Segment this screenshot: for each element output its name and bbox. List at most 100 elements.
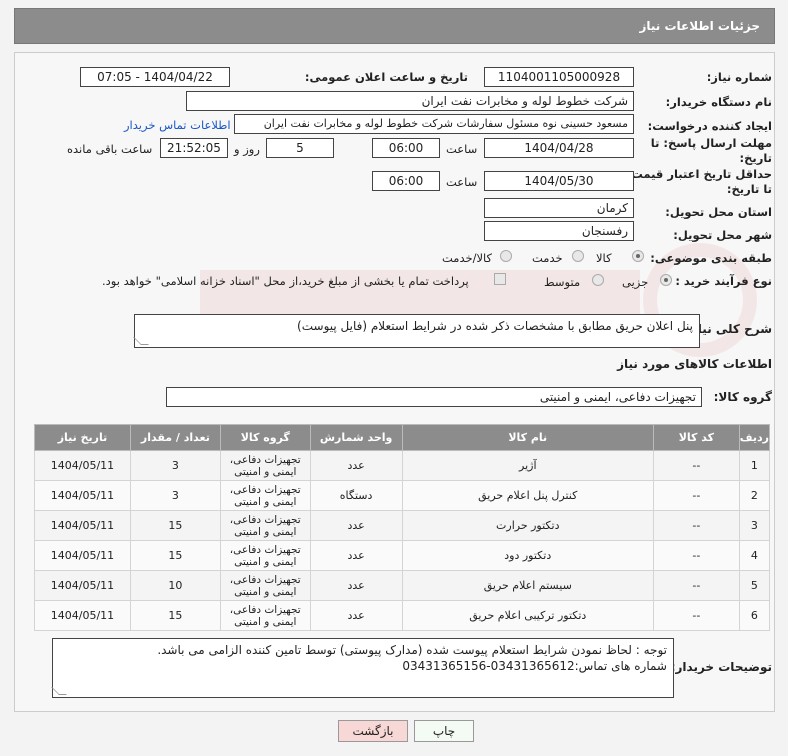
category-label: طبقه بندی موضوعی:	[650, 251, 772, 265]
goods-info-title: اطلاعات کالاهای مورد نیاز	[617, 357, 772, 371]
cell-need-date: 1404/05/11	[34, 480, 131, 511]
notes-line-2: شماره های تماس:03431365612-03431365156	[402, 659, 667, 673]
announce-label: تاریخ و ساعت اعلان عمومی:	[304, 70, 468, 84]
cell-quantity: 3	[129, 450, 221, 481]
validity-date-field: 1404/05/30	[484, 171, 634, 191]
buyer-contact-link[interactable]: اطلاعات تماس خریدار	[124, 118, 231, 132]
back-button[interactable]: بازگشت	[338, 720, 408, 742]
buyer-org-field: شرکت خطوط لوله و مخابرات نفت ایران	[186, 91, 634, 111]
cell-unit: عدد	[309, 600, 403, 631]
cell-row-number: 2	[738, 480, 771, 511]
cell-goods-group: تجهیزات دفاعی، ایمنی و امنیتی	[219, 570, 311, 601]
summary-text: پنل اعلان حریق مطابق با مشخصات ذکر شده د…	[297, 319, 693, 333]
cell-row-number: 3	[738, 510, 771, 541]
category-option-goods: کالا	[596, 251, 612, 265]
creator-field: مسعود حسینی نوه مسئول سفارشات شرکت خطوط …	[234, 114, 634, 134]
category-option-both: کالا/خدمت	[442, 251, 493, 265]
validity-label-2: تا تاریخ:	[726, 182, 772, 196]
cell-goods-code: --	[652, 540, 740, 571]
page-header: جزئیات اطلاعات نیاز	[14, 8, 775, 44]
category-radio-both[interactable]	[500, 250, 512, 262]
remaining-time-field: 21:52:05	[160, 138, 228, 158]
process-radio-minor[interactable]	[660, 274, 672, 286]
cell-goods-group: تجهیزات دفاعی، ایمنی و امنیتی	[219, 600, 311, 631]
city-label: شهر محل تحویل:	[673, 228, 772, 242]
deadline-time-field: 06:00	[372, 138, 440, 158]
validity-time-field: 06:00	[372, 171, 440, 191]
cell-quantity: 15	[129, 540, 221, 571]
table-row: 6 -- دتکتور ترکیبی اعلام حریق عدد تجهیزات دف…	[34, 600, 771, 631]
need-number-label: شماره نیاز:	[706, 70, 772, 84]
cell-goods-name: دتکتور دود	[401, 540, 654, 571]
days-label: روز و	[234, 142, 260, 156]
city-field: رفسنجان	[484, 221, 634, 241]
page-title: جزئیات اطلاعات نیاز	[639, 19, 760, 33]
days-remaining-field: 5	[266, 138, 334, 158]
cell-need-date: 1404/05/11	[34, 600, 131, 631]
cell-need-date: 1404/05/11	[34, 570, 131, 601]
buyer-org-label: نام دستگاه خریدار:	[665, 95, 772, 109]
cell-unit: عدد	[309, 540, 403, 571]
cell-row-number: 1	[738, 450, 771, 481]
cell-unit: دستگاه	[309, 480, 403, 511]
cell-quantity: 15	[129, 510, 221, 541]
process-option-medium: متوسط	[544, 275, 581, 289]
cell-row-number: 5	[738, 570, 771, 601]
table-row: 4 -- دتکتور دود عدد تجهیزات دفاعی، ایمنی و ا…	[34, 540, 771, 571]
treasury-payment-checkbox[interactable]	[494, 273, 506, 285]
validity-time-label: ساعت	[446, 175, 478, 189]
cell-goods-name: کنترل پنل اعلام حریق	[401, 480, 654, 511]
col-goods-group: گروه کالا	[219, 424, 311, 451]
table-row: 3 -- دتکتور حرارت عدد تجهیزات دفاعی، ایمنی و…	[34, 510, 771, 541]
cell-row-number: 6	[738, 600, 771, 631]
validity-label-1: حداقل تاریخ اعتبار قیمت:	[626, 167, 772, 181]
notes-label: توضیحات خریدار:	[670, 660, 772, 674]
cell-goods-code: --	[652, 480, 740, 511]
table-header-row: ردیف کد کالا نام کالا واحد شمارش گروه کا…	[34, 424, 771, 451]
goods-table: ردیف کد کالا نام کالا واحد شمارش گروه کا…	[34, 424, 771, 631]
province-field: کرمان	[484, 198, 634, 218]
cell-goods-code: --	[652, 510, 740, 541]
cell-goods-code: --	[652, 450, 740, 481]
deadline-label-2: تاریخ:	[739, 151, 772, 165]
cell-goods-name: سیستم اعلام حریق	[401, 570, 654, 601]
resize-grip-icon[interactable]	[133, 337, 149, 345]
cell-quantity: 10	[129, 570, 221, 601]
cell-row-number: 4	[738, 540, 771, 571]
notes-field: توجه : لحاظ نمودن شرایط استعلام پیوست شد…	[51, 638, 674, 698]
cell-quantity: 15	[129, 600, 221, 631]
cell-need-date: 1404/05/11	[34, 510, 131, 541]
col-quantity: تعداد / مقدار	[129, 424, 221, 451]
process-radio-medium[interactable]	[592, 274, 604, 286]
cell-goods-name: دتکتور حرارت	[401, 510, 654, 541]
cell-goods-code: --	[652, 570, 740, 601]
cell-goods-group: تجهیزات دفاعی، ایمنی و امنیتی	[219, 450, 311, 481]
print-button[interactable]: چاپ	[414, 720, 474, 742]
cell-unit: عدد	[309, 450, 403, 481]
table-row: 1 -- آژیر عدد تجهیزات دفاعی، ایمنی و امنیتی 3…	[34, 450, 771, 481]
cell-need-date: 1404/05/11	[34, 540, 131, 571]
deadline-date-field: 1404/04/28	[484, 138, 634, 158]
category-radio-goods[interactable]	[632, 250, 644, 262]
announce-field: 1404/04/22 - 07:05	[80, 67, 230, 87]
category-option-service: خدمت	[532, 251, 563, 265]
col-goods-code: کد کالا	[652, 424, 740, 451]
col-need-date: تاریخ نیاز	[34, 424, 131, 451]
resize-grip-icon[interactable]	[51, 687, 67, 695]
cell-goods-name: آژیر	[401, 450, 654, 481]
table-row: 2 -- کنترل پنل اعلام حریق دستگاه تجهیزات دفا…	[34, 480, 771, 511]
cell-goods-name: دتکتور ترکیبی اعلام حریق	[401, 600, 654, 631]
category-radio-service[interactable]	[572, 250, 584, 262]
goods-group-field: تجهیزات دفاعی، ایمنی و امنیتی	[166, 387, 702, 407]
cell-need-date: 1404/05/11	[34, 450, 131, 481]
cell-goods-group: تجهیزات دفاعی، ایمنی و امنیتی	[219, 480, 311, 511]
col-row-number: ردیف	[738, 424, 771, 451]
cell-goods-group: تجهیزات دفاعی، ایمنی و امنیتی	[219, 510, 311, 541]
cell-unit: عدد	[309, 510, 403, 541]
need-number-field: 1104001105000928	[484, 67, 634, 87]
cell-quantity: 3	[129, 480, 221, 511]
process-label: نوع فرآیند خرید :	[675, 274, 772, 288]
cell-goods-group: تجهیزات دفاعی، ایمنی و امنیتی	[219, 540, 311, 571]
table-row: 5 -- سیستم اعلام حریق عدد تجهیزات دفاعی، ایم…	[34, 570, 771, 601]
deadline-time-label: ساعت	[446, 142, 478, 156]
